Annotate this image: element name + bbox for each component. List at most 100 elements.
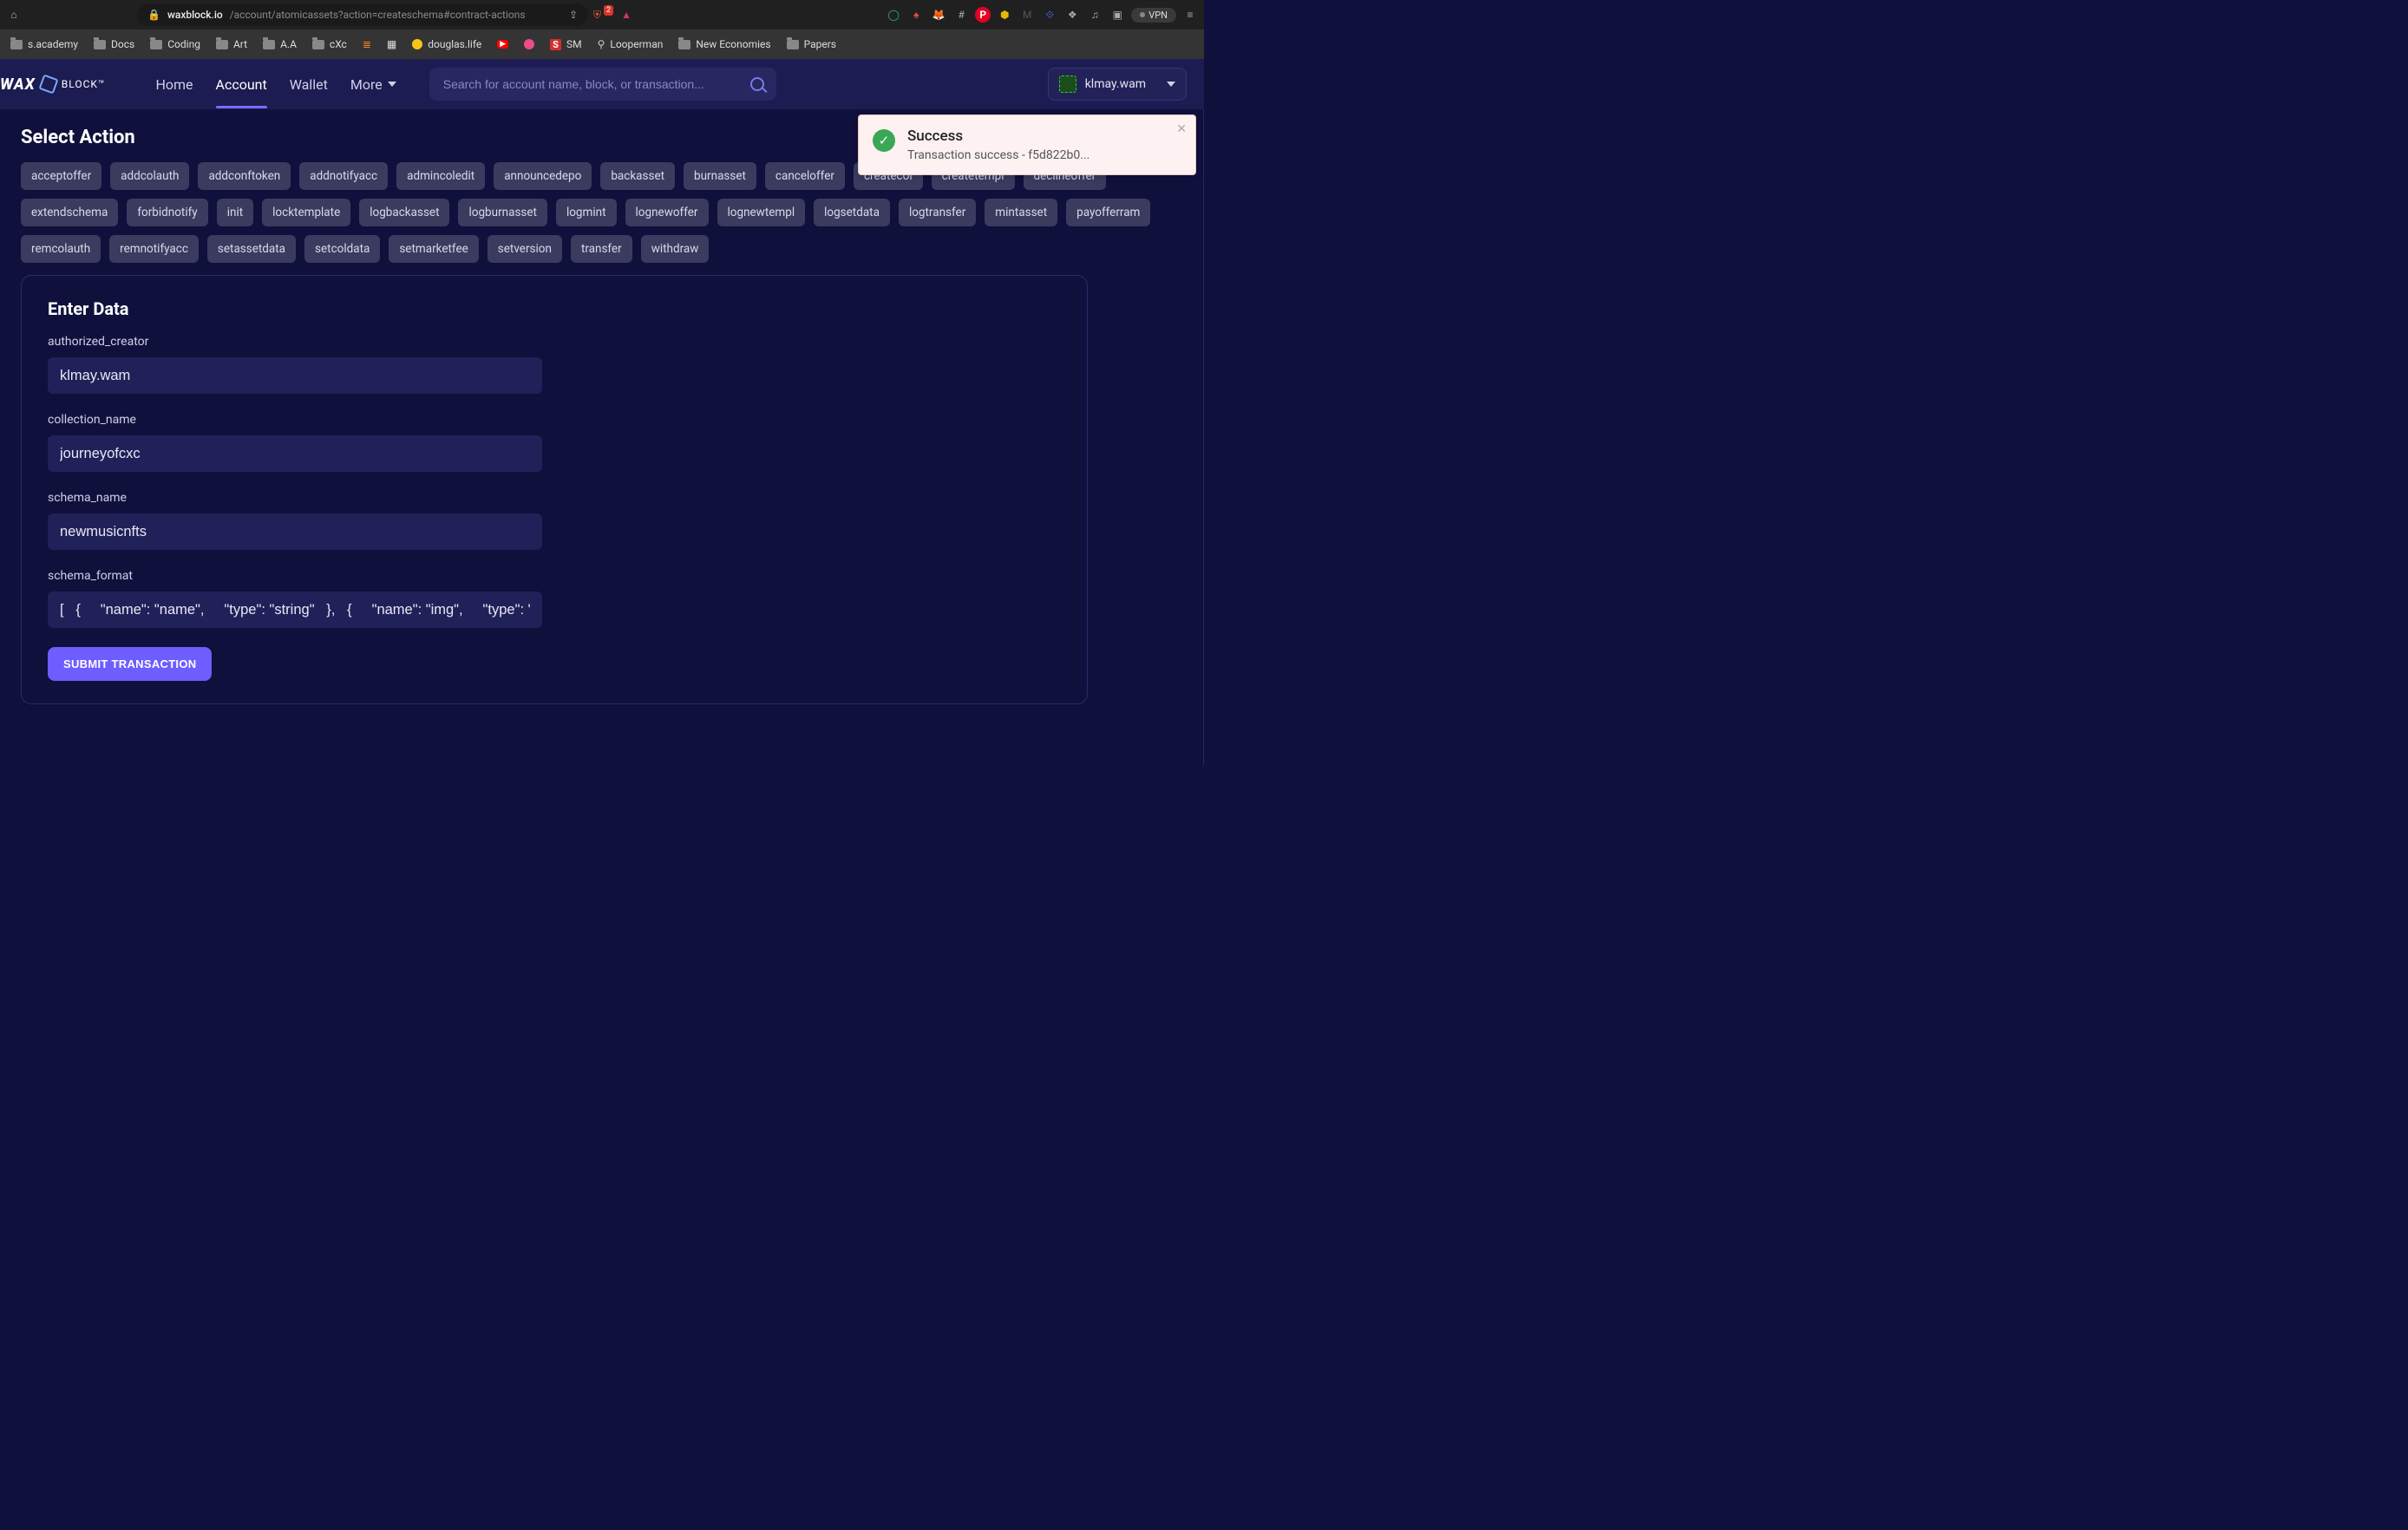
- brave-shield-icon[interactable]: ⛨: [593, 9, 601, 22]
- nav-search[interactable]: [429, 68, 776, 101]
- bookmark-item[interactable]: ▶: [492, 40, 514, 49]
- nav-link-wallet[interactable]: Wallet: [290, 61, 328, 108]
- action-chip-setversion[interactable]: setversion: [487, 235, 562, 263]
- action-chip-forbidnotify[interactable]: forbidnotify: [127, 199, 207, 226]
- action-chip-addnotifyacc[interactable]: addnotifyacc: [299, 162, 388, 190]
- action-chip-logsetdata[interactable]: logsetdata: [814, 199, 890, 226]
- bookmark-item[interactable]: SSM: [545, 38, 586, 50]
- action-chip-logmint[interactable]: logmint: [556, 199, 617, 226]
- bookmark-item[interactable]: Art: [211, 38, 252, 50]
- action-chip-acceptoffer[interactable]: acceptoffer: [21, 162, 101, 190]
- search-input[interactable]: [442, 76, 750, 92]
- input-collection-name[interactable]: [48, 435, 542, 472]
- action-chip-lognewtempl[interactable]: lognewtempl: [717, 199, 806, 226]
- toast-close-icon[interactable]: ✕: [1176, 122, 1187, 136]
- action-chip-lognewoffer[interactable]: lognewoffer: [625, 199, 709, 226]
- label-schema-format: schema_format: [48, 569, 1061, 583]
- action-chip-setmarketfee[interactable]: setmarketfee: [389, 235, 478, 263]
- bookmark-label: cXc: [330, 38, 347, 50]
- action-chip-payofferram[interactable]: payofferram: [1066, 199, 1150, 226]
- bookmark-item[interactable]: s.academy: [5, 38, 83, 50]
- lock-icon: 🔒: [147, 9, 160, 21]
- bookmark-item[interactable]: A.A: [258, 38, 302, 50]
- bookmark-item[interactable]: douglas.life: [407, 38, 487, 50]
- action-chip-transfer[interactable]: transfer: [571, 235, 632, 263]
- action-chip-addconftoken[interactable]: addconftoken: [198, 162, 291, 190]
- bookmark-item[interactable]: New Economies: [673, 38, 775, 50]
- nav-link-more[interactable]: More: [350, 61, 396, 108]
- ext-icon-2[interactable]: ♠: [907, 6, 925, 23]
- bookmark-icon: [10, 40, 23, 49]
- home-icon[interactable]: ⌂: [5, 6, 23, 23]
- action-chip-init[interactable]: init: [217, 199, 253, 226]
- reader-icon[interactable]: ▣: [1109, 6, 1126, 23]
- bookmark-icon: [94, 40, 106, 49]
- bookmark-label: A.A: [280, 38, 297, 50]
- input-schema-name[interactable]: [48, 513, 542, 550]
- action-chip-remcolauth[interactable]: remcolauth: [21, 235, 101, 263]
- action-chip-extendschema[interactable]: extendschema: [21, 199, 118, 226]
- metamask-icon[interactable]: 🦊: [930, 6, 947, 23]
- action-chip-burnasset[interactable]: burnasset: [684, 162, 756, 190]
- share-icon[interactable]: ⇪: [569, 9, 578, 21]
- nav-link-home[interactable]: Home: [155, 61, 193, 108]
- pinterest-icon[interactable]: P: [975, 7, 991, 23]
- bookmark-label: douglas.life: [428, 38, 481, 50]
- bookmark-item[interactable]: ▦: [382, 38, 402, 50]
- nav-link-label: More: [350, 76, 383, 93]
- bookmark-item[interactable]: [519, 39, 540, 49]
- ext-icon-m[interactable]: M: [1018, 6, 1036, 23]
- logo-text-block: BLOCK™: [62, 78, 106, 90]
- action-chip-backasset[interactable]: backasset: [600, 162, 675, 190]
- bookmark-item[interactable]: Coding: [145, 38, 206, 50]
- url-domain: waxblock.io: [167, 9, 223, 21]
- action-chip-locktemplate[interactable]: locktemplate: [262, 199, 350, 226]
- bookmark-item[interactable]: Papers: [782, 38, 841, 50]
- bookmark-icon: ⚲: [598, 38, 605, 50]
- action-chip-logbackasset[interactable]: logbackasset: [359, 199, 449, 226]
- ext-icon-hash[interactable]: #: [952, 6, 970, 23]
- action-chip-remnotifyacc[interactable]: remnotifyacc: [109, 235, 199, 263]
- shield-badge: 2: [604, 5, 613, 16]
- extensions-icon[interactable]: ❖: [1063, 6, 1081, 23]
- bookmark-icon: S: [550, 39, 561, 50]
- media-icon[interactable]: ♫: [1086, 6, 1103, 23]
- field-schema-format: schema_format: [48, 569, 1061, 628]
- nav-link-account[interactable]: Account: [216, 61, 267, 108]
- bookmark-icon: [524, 39, 534, 49]
- ext-icon-1[interactable]: ◯: [885, 6, 902, 23]
- action-chip-canceloffer[interactable]: canceloffer: [765, 162, 845, 190]
- bookmark-item[interactable]: ≣: [357, 38, 376, 50]
- ext-icon-hex[interactable]: ⬢: [996, 6, 1013, 23]
- submit-transaction-button[interactable]: SUBMIT TRANSACTION: [48, 647, 212, 681]
- enter-data-title: Enter Data: [48, 298, 1061, 319]
- account-dropdown[interactable]: klmay.wam: [1048, 68, 1187, 101]
- site-logo[interactable]: WAX BLOCK™: [0, 75, 105, 94]
- ext-icon-layers[interactable]: ⟐: [1041, 6, 1058, 23]
- vpn-button[interactable]: VPN: [1131, 8, 1176, 23]
- url-bar[interactable]: 🔒 waxblock.io/account/atomicassets?actio…: [137, 3, 588, 26]
- action-chip-mintasset[interactable]: mintasset: [985, 199, 1057, 226]
- hamburger-icon[interactable]: ≡: [1181, 6, 1199, 23]
- bookmark-item[interactable]: ⚲Looperman: [592, 38, 669, 50]
- action-chip-withdraw[interactable]: withdraw: [641, 235, 710, 263]
- bookmark-item[interactable]: Docs: [88, 38, 140, 50]
- action-chip-announcedepo[interactable]: announcedepo: [494, 162, 592, 190]
- input-authorized-creator[interactable]: [48, 357, 542, 394]
- action-chip-logburnasset[interactable]: logburnasset: [458, 199, 546, 226]
- action-chip-logtransfer[interactable]: logtransfer: [899, 199, 976, 226]
- toast-success: ✓ Success Transaction success - f5d822b0…: [858, 114, 1196, 175]
- brave-rewards-icon[interactable]: ▲: [621, 9, 631, 21]
- input-schema-format[interactable]: [48, 592, 542, 628]
- bookmark-label: New Economies: [696, 38, 770, 50]
- search-icon[interactable]: [750, 77, 764, 91]
- bookmark-item[interactable]: cXc: [307, 38, 352, 50]
- logo-text-wax: WAX: [0, 75, 36, 94]
- action-chip-admincoledit[interactable]: admincoledit: [396, 162, 485, 190]
- action-chip-setcoldata[interactable]: setcoldata: [304, 235, 380, 263]
- label-schema-name: schema_name: [48, 491, 1061, 505]
- browser-toolbar: ⌂ 🔒 waxblock.io/account/atomicassets?act…: [0, 0, 1204, 29]
- bookmark-icon: [263, 40, 275, 49]
- action-chip-addcolauth[interactable]: addcolauth: [110, 162, 189, 190]
- action-chip-setassetdata[interactable]: setassetdata: [207, 235, 296, 263]
